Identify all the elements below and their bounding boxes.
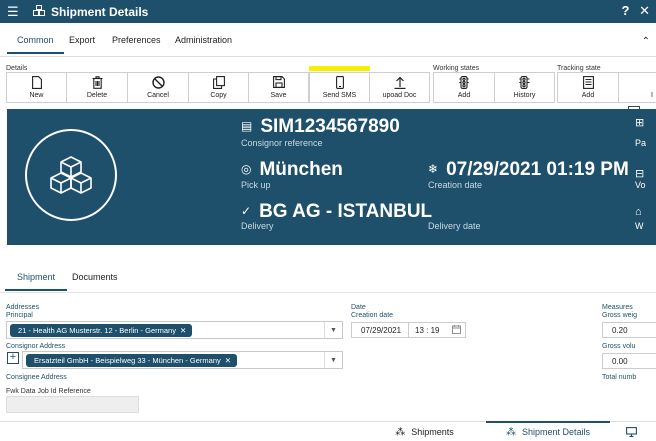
tracking-state-add-button[interactable]: Add bbox=[557, 72, 619, 103]
principal-combobox[interactable]: 21 - Health AG Musterstr. 12 - Berlin - … bbox=[6, 321, 343, 339]
measures-section-label: Measures bbox=[602, 304, 633, 311]
edge-label-vo: Vo bbox=[635, 180, 646, 190]
new-button[interactable]: New bbox=[6, 72, 67, 103]
group-label-tracking-state: Tracking state bbox=[557, 65, 601, 72]
floppy-disk-icon bbox=[272, 76, 285, 91]
chevron-down-icon[interactable]: ▼ bbox=[324, 322, 342, 338]
add-consignor-button[interactable]: + bbox=[7, 352, 19, 364]
upload-doc-button[interactable]: upoad Doc bbox=[369, 72, 430, 103]
tracking-document-icon bbox=[582, 76, 594, 91]
chevron-down-icon[interactable]: ▼ bbox=[324, 352, 342, 368]
collapse-ribbon-button[interactable]: ⌃ bbox=[642, 36, 650, 47]
bottom-task-bar: ⁂ Shipments ⁂ Shipment Details bbox=[0, 421, 656, 441]
consignor-address-combobox[interactable]: Ersatzteil GmbH - Beispielweg 33 - Münch… bbox=[22, 351, 343, 369]
copy-icon bbox=[212, 76, 225, 91]
group-label-details: Details bbox=[6, 65, 28, 72]
bottom-tab-shipments[interactable]: ⁂ Shipments bbox=[363, 422, 486, 441]
pickup-value: ◎ München bbox=[241, 159, 343, 180]
creation-time-input[interactable]: 13 : 19 bbox=[408, 322, 466, 338]
traffic-light-history-icon bbox=[519, 76, 530, 91]
tracking-state-more-button[interactable]: I bbox=[618, 72, 656, 103]
mobile-phone-icon bbox=[335, 76, 344, 91]
trash-icon bbox=[92, 76, 103, 91]
addresses-section-label: Addresses bbox=[6, 304, 40, 311]
consignor-chip: Ersatzteil GmbH - Beispielweg 33 - Münch… bbox=[26, 354, 238, 367]
gross-weight-label: Gross weig bbox=[602, 312, 638, 319]
consignor-reference-value: ▤ SIM1234567890 bbox=[241, 116, 400, 137]
date-section-label: Date bbox=[351, 304, 366, 311]
total-number-label: Total numb bbox=[602, 374, 637, 381]
send-sms-button[interactable]: Send SMS bbox=[309, 72, 370, 103]
highlight-bar bbox=[309, 66, 370, 71]
cancel-button[interactable]: Cancel bbox=[127, 72, 189, 103]
main-tabs: Common Export Preferences Administration… bbox=[0, 23, 656, 57]
delivery-label: Delivery bbox=[241, 221, 274, 231]
edge-label-pa: Pa bbox=[635, 138, 647, 148]
calendar-icon[interactable] bbox=[452, 325, 461, 336]
snowflake-icon: ❄ bbox=[428, 162, 439, 176]
gross-weight-input[interactable]: 0.20 bbox=[602, 322, 656, 338]
shipment-logo bbox=[25, 129, 117, 221]
tab-shipment[interactable]: Shipment bbox=[4, 272, 68, 291]
cubes-icon: ⁂ bbox=[505, 426, 516, 438]
tab-preferences[interactable]: Preferences bbox=[112, 35, 161, 45]
tab-export[interactable]: Export bbox=[69, 35, 95, 45]
bottom-tab-shipment-details[interactable]: ⁂ Shipment Details bbox=[486, 421, 610, 441]
edge-icon: ⊞ bbox=[635, 117, 645, 129]
traffic-light-icon bbox=[459, 76, 469, 91]
shipment-summary-panel: ▤ SIM1234567890 Consignor reference ◎ Münc… bbox=[7, 109, 656, 245]
edge-icon: ⌂ bbox=[635, 206, 642, 218]
location-pin-icon: ◎ bbox=[241, 162, 252, 176]
edge-icon: ⊟ bbox=[635, 168, 645, 180]
close-button[interactable]: ✕ bbox=[639, 3, 650, 18]
consignor-address-label: Consignor Address bbox=[6, 343, 66, 350]
upload-icon bbox=[394, 76, 406, 91]
edge-label-w: W bbox=[635, 221, 644, 231]
gross-volume-label: Gross volu bbox=[602, 343, 636, 350]
remove-consignor-icon[interactable]: ✕ bbox=[225, 356, 231, 365]
save-button[interactable]: Save bbox=[248, 72, 309, 103]
help-button[interactable]: ? bbox=[622, 3, 630, 18]
fwk-data-job-id-label: Fwk Data Job Id Reference bbox=[6, 388, 91, 395]
shield-check-icon: ✓ bbox=[241, 204, 252, 218]
creation-date-value: ❄ 07/29/2021 01:19 PM bbox=[428, 159, 629, 180]
new-document-icon bbox=[31, 76, 42, 91]
group-label-working-states: Working states bbox=[433, 65, 480, 72]
window-title: Shipment Details bbox=[51, 4, 149, 19]
cubes-icon bbox=[33, 4, 45, 19]
divider bbox=[0, 292, 656, 293]
document-icon: ▤ bbox=[241, 119, 253, 133]
delete-button[interactable]: Delete bbox=[66, 72, 128, 103]
remove-principal-icon[interactable]: ✕ bbox=[180, 326, 186, 335]
hamburger-menu-icon[interactable]: ☰ bbox=[7, 5, 23, 18]
consignor-reference-label: Consignor reference bbox=[241, 138, 323, 148]
delivery-value: ✓ BG AG - ISTANBUL bbox=[241, 201, 433, 222]
cancel-icon bbox=[151, 76, 165, 91]
working-state-history-button[interactable]: History bbox=[494, 72, 555, 103]
cubes-icon: ⁂ bbox=[395, 426, 406, 438]
principal-label: Principal bbox=[6, 312, 33, 319]
working-state-add-button[interactable]: Add bbox=[433, 72, 495, 103]
title-bar: ☰ Shipment Details ? ✕ bbox=[0, 0, 656, 23]
consignee-address-label: Consignee Address bbox=[6, 374, 67, 381]
creation-date-field-label: Creation date bbox=[351, 312, 394, 319]
gross-volume-input[interactable]: 0.00 bbox=[602, 353, 656, 369]
tab-documents[interactable]: Documents bbox=[72, 272, 118, 282]
copy-button[interactable]: Copy bbox=[188, 72, 249, 103]
principal-chip: 21 - Health AG Musterstr. 12 - Berlin - … bbox=[10, 324, 193, 337]
creation-date-label: Creation date bbox=[428, 180, 483, 190]
cubes-icon bbox=[50, 156, 92, 194]
delivery-date-label: Delivery date bbox=[428, 221, 481, 231]
pickup-label: Pick up bbox=[241, 180, 271, 190]
fwk-data-job-id-field bbox=[6, 396, 139, 413]
monitor-icon[interactable] bbox=[626, 422, 640, 441]
tab-administration[interactable]: Administration bbox=[175, 35, 232, 45]
tab-common[interactable]: Common bbox=[7, 35, 63, 54]
creation-date-input[interactable]: 07/29/2021 bbox=[351, 322, 409, 338]
